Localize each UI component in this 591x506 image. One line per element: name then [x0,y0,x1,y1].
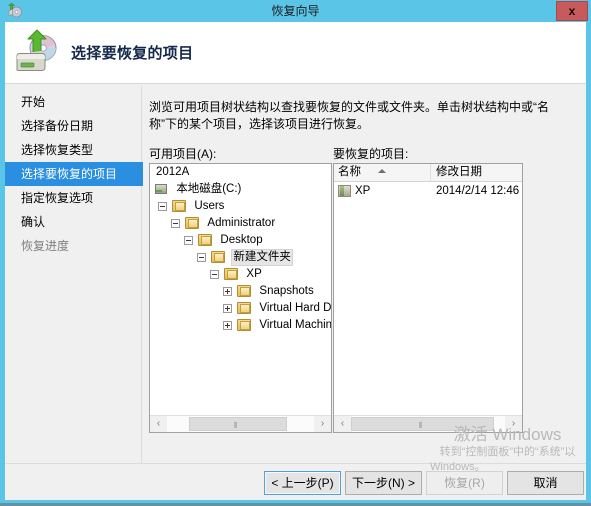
column-header-name[interactable]: 名称 [334,164,431,181]
instructions-text: 浏览可用项目树状结构以查找要恢复的文件或文件夹。单击树状结构中或“名称”下的某个… [149,100,549,131]
collapse-minus-icon[interactable] [171,219,180,228]
close-icon[interactable]: x [556,1,588,21]
sidebar-item-specify-recovery-options[interactable]: 指定恢复选项 [5,186,141,210]
tree-node-label: Snapshots [259,285,314,297]
expand-plus-icon[interactable] [223,321,232,330]
collapse-minus-icon[interactable] [197,253,206,262]
collapse-minus-icon[interactable] [210,270,219,279]
expand-plus-icon[interactable] [223,304,232,313]
footer-bar: < 上一步(P) 下一步(N) > 恢复(R) 取消 [5,464,586,500]
folder-icon [172,200,187,212]
recovery-wizard-window: 恢复向导 x 选择要恢复的项目 开始 选择备份日期 选择恢复类型 选择要恢复的项… [0,0,591,506]
folder-icon [237,302,252,314]
tree-node-xp[interactable]: XP [150,266,331,283]
main-content: 浏览可用项目树状结构以查找要恢复的文件或文件夹。单击树状结构中或“名称”下的某个… [143,85,586,463]
folder-icon [185,217,200,229]
tree-node-label: Virtual Hard Di [259,302,332,314]
scroll-grip-icon: ⦀ [418,421,424,430]
available-items-label: 可用项目(A): [149,147,217,161]
tree-node-label: Desktop [220,234,263,246]
cancel-button[interactable]: 取消 [507,471,584,495]
items-to-recover-list[interactable]: 名称 修改日期 XP 2014/2/14 12:46 ‹ ⦀ › [333,163,523,433]
sidebar-item-select-backup-date[interactable]: 选择备份日期 [5,114,141,138]
scroll-left-icon[interactable]: ‹ [150,416,167,432]
tree-node-label: Users [194,200,225,212]
table-row[interactable]: XP 2014/2/14 12:46 [334,182,522,200]
sidebar-item-confirmation[interactable]: 确认 [5,210,141,234]
scroll-right-icon[interactable]: › [314,416,331,432]
folder-icon [198,234,213,246]
tree-node-label: 本地磁盘(C:) [176,183,242,195]
scroll-right-icon[interactable]: › [505,416,522,432]
folder-icon [211,251,226,263]
next-button[interactable]: 下一步(N) > [345,471,422,495]
tree-node-administrator[interactable]: Administrator [150,215,331,232]
tree-scroll-area: 2012A 本地磁盘(C:) Users Administrator Deskt… [150,164,332,416]
folder-icon [237,319,252,331]
window-border-right [586,22,591,500]
row-modified-date: 2014/2/14 12:46 [436,185,520,197]
tree-node-virtual-machines[interactable]: Virtual Machine [150,317,332,334]
tree-node-label: 新建文件夹 [231,249,293,266]
sidebar-item-select-recovery-type[interactable]: 选择恢复类型 [5,138,141,162]
folder-small-icon [338,185,351,197]
row-name: XP [355,185,371,197]
tree-node-label: XP [246,268,262,280]
tree-node-label: Administrator [207,217,276,229]
list-header: 名称 修改日期 [334,164,522,182]
disk-restore-icon [12,28,64,78]
scroll-left-icon[interactable]: ‹ [334,416,351,432]
tree-node-local-disk-c[interactable]: 本地磁盘(C:) [150,181,331,198]
tree-node-users[interactable]: Users [150,198,331,215]
tree-node-virtual-hard-disks[interactable]: Virtual Hard Di [150,300,332,317]
expand-plus-icon[interactable] [223,287,232,296]
available-items-tree[interactable]: 2012A 本地磁盘(C:) Users Administrator Deskt… [149,163,332,433]
tree-node-desktop[interactable]: Desktop [150,232,331,249]
scroll-thumb[interactable]: ⦀ [189,417,287,431]
window-title: 恢复向导 [271,4,320,18]
sidebar-item-recovery-progress: 恢复进度 [21,239,70,253]
tree-node-label: Virtual Machine [259,319,332,331]
collapse-minus-icon[interactable] [158,202,167,211]
tree-node-label: 2012A [156,166,190,178]
scroll-thumb[interactable]: ⦀ [351,417,494,431]
tree-node-2012a[interactable]: 2012A [150,164,331,181]
scroll-grip-icon: ⦀ [234,421,239,430]
scroll-track[interactable]: ⦀ [167,416,314,432]
tree-horizontal-scrollbar[interactable]: ‹ ⦀ › [150,415,331,432]
tree-node-snapshots[interactable]: Snapshots [150,283,331,300]
page-title: 选择要恢复的项目 [71,45,194,62]
titlebar: 恢复向导 x [0,0,591,22]
items-to-recover-label: 要恢复的项目: [333,147,409,161]
previous-button[interactable]: < 上一步(P) [264,471,341,495]
scroll-track[interactable]: ⦀ [351,416,505,432]
list-horizontal-scrollbar[interactable]: ‹ ⦀ › [334,415,522,432]
wizard-steps-sidebar: 开始 选择备份日期 选择恢复类型 选择要恢复的项目 指定恢复选项 确认 恢复进度 [5,85,157,463]
column-header-name-label: 名称 [338,166,361,178]
page-banner: 选择要恢复的项目 [5,22,586,84]
recover-button: 恢复(R) [426,471,503,495]
sidebar-item-select-items-to-recover[interactable]: 选择要恢复的项目 [5,162,157,186]
collapse-minus-icon[interactable] [184,236,193,245]
folder-icon [237,285,252,297]
sort-ascending-icon [378,169,386,173]
sidebar-item-start[interactable]: 开始 [5,90,141,114]
folder-icon [224,268,239,280]
tree-node-new-folder[interactable]: 新建文件夹 [150,249,331,266]
drive-icon [154,183,168,195]
column-header-modified-date[interactable]: 修改日期 [432,164,522,181]
